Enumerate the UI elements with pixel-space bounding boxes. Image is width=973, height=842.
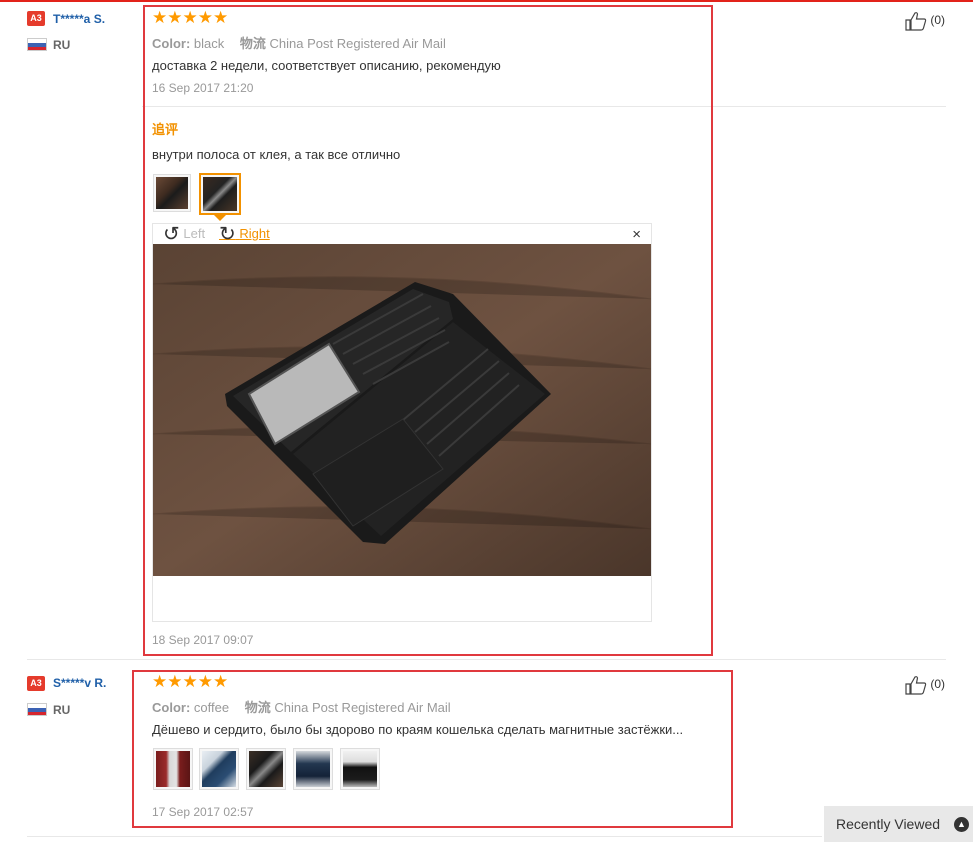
review-item: A3 T*****a S. RU ★★★★★ Color: black 物流 C…: [0, 0, 973, 660]
russia-flag-icon: [27, 703, 47, 716]
user-level-badge: A3: [27, 11, 45, 26]
thumbs-up-icon: [905, 676, 927, 695]
reviewer-name[interactable]: T*****a S.: [53, 12, 105, 26]
reviewer-name[interactable]: S*****v R.: [53, 676, 106, 690]
reviewer-country: RU: [53, 38, 71, 52]
review-separator: [27, 836, 822, 837]
thumbs-up-icon: [905, 12, 927, 31]
recently-viewed-label: Recently Viewed: [836, 816, 941, 832]
user-level-badge: A3: [27, 676, 45, 691]
helpful-count: (0): [930, 13, 945, 28]
highlight-box: [143, 5, 713, 656]
helpful-button[interactable]: (0): [905, 675, 945, 695]
reviewer-country: RU: [53, 703, 71, 717]
recently-viewed-button[interactable]: Recently Viewed ▲: [824, 806, 973, 842]
helpful-count: (0): [930, 677, 945, 692]
helpful-button[interactable]: (0): [905, 11, 945, 31]
russia-flag-icon: [27, 38, 47, 51]
chevron-up-icon: ▲: [954, 817, 969, 832]
highlight-box: [132, 670, 733, 828]
